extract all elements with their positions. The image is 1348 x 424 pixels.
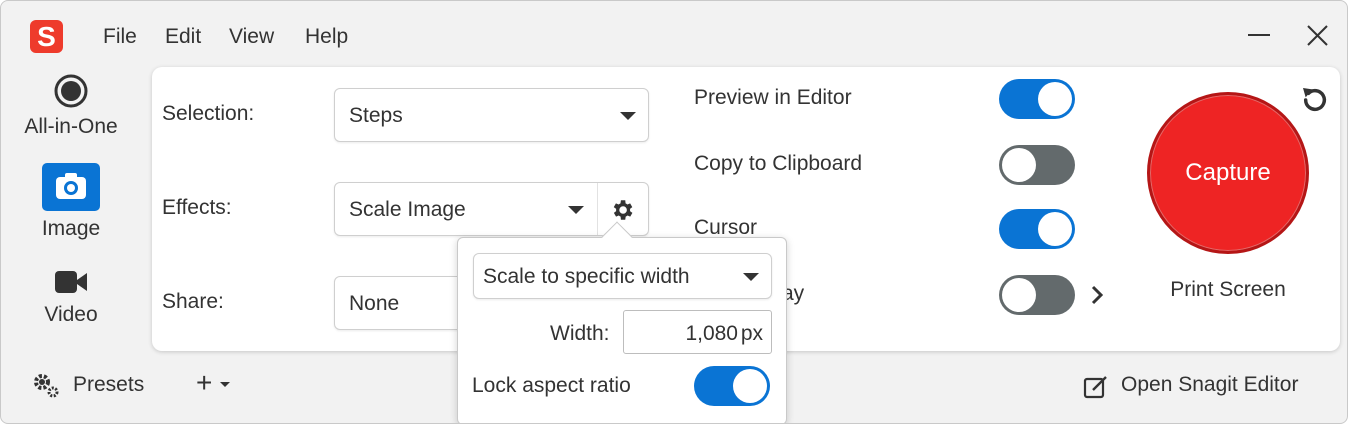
toggle-knob — [1038, 82, 1072, 116]
mode-all-in-one[interactable]: All-in-One — [15, 73, 127, 139]
presets-gear-icon[interactable] — [31, 371, 61, 399]
lock-aspect-toggle[interactable] — [694, 366, 770, 406]
capture-button[interactable]: Capture — [1147, 92, 1309, 254]
preview-in-editor-label: Preview in Editor — [694, 86, 852, 109]
chevron-down-icon — [620, 112, 636, 120]
presets-button[interactable]: Presets — [73, 373, 144, 397]
share-label: Share: — [162, 290, 224, 313]
video-camera-icon — [55, 271, 87, 293]
effects-dropdown[interactable]: Scale Image — [334, 182, 649, 236]
width-label: Width: — [550, 322, 610, 345]
chevron-down-icon — [743, 273, 759, 281]
edit-icon — [1083, 376, 1107, 399]
add-preset-button[interactable]: + — [196, 367, 212, 399]
mode-label: Image — [41, 217, 101, 240]
lock-aspect-label: Lock aspect ratio — [472, 374, 631, 397]
dropdown-divider — [597, 183, 598, 235]
toggle-knob — [1002, 148, 1036, 182]
width-unit: px — [740, 322, 763, 345]
gear-icon[interactable] — [609, 197, 635, 223]
record-icon — [54, 74, 88, 108]
chevron-down-icon — [568, 206, 584, 214]
mode-label: Video — [44, 303, 98, 326]
delay-toggle[interactable] — [999, 275, 1075, 315]
chevron-down-icon[interactable] — [220, 382, 230, 387]
mode-image[interactable]: Image — [15, 163, 127, 241]
mode-image-selected-tile — [42, 163, 100, 211]
effects-label: Effects: — [162, 196, 232, 219]
menu-file[interactable]: File — [103, 25, 137, 49]
minimize-button[interactable] — [1242, 19, 1276, 53]
toggle-knob — [1002, 278, 1036, 312]
close-button[interactable] — [1300, 19, 1334, 53]
menu-help[interactable]: Help — [305, 25, 348, 49]
close-icon — [1307, 25, 1328, 46]
mode-label: All-in-One — [24, 115, 118, 138]
toggle-knob — [733, 369, 767, 403]
snagit-capture-window: S File Edit View Help All-in-One Image V… — [0, 0, 1348, 424]
scale-mode-dropdown[interactable]: Scale to specific width — [473, 253, 772, 299]
snagit-logo-icon: S — [30, 20, 63, 53]
minimize-icon — [1248, 34, 1270, 36]
camera-icon — [56, 173, 86, 199]
copy-to-clipboard-toggle[interactable] — [999, 145, 1075, 185]
selection-value: Steps — [349, 104, 403, 127]
copy-to-clipboard-label: Copy to Clipboard — [694, 152, 863, 175]
toggle-knob — [1038, 212, 1072, 246]
menu-edit[interactable]: Edit — [165, 25, 201, 49]
scale-mode-value: Scale to specific width — [483, 265, 690, 288]
mode-video[interactable]: Video — [15, 267, 127, 327]
selection-label: Selection: — [162, 102, 255, 125]
selection-dropdown[interactable]: Steps — [334, 88, 649, 142]
reset-icon[interactable] — [1299, 84, 1331, 116]
open-editor-button[interactable]: Open Snagit Editor — [1121, 373, 1298, 397]
chevron-right-icon[interactable] — [1087, 283, 1107, 307]
preview-in-editor-toggle[interactable] — [999, 79, 1075, 119]
width-input[interactable]: 1,080 px — [623, 310, 772, 354]
width-value: 1,080 — [685, 322, 738, 345]
cursor-toggle[interactable] — [999, 209, 1075, 249]
menu-view[interactable]: View — [229, 25, 274, 49]
scale-image-popover: Scale to specific width Width: 1,080 px … — [457, 221, 787, 423]
share-value: None — [349, 292, 400, 315]
effects-value: Scale Image — [349, 198, 466, 221]
capture-hotkey: Print Screen — [1170, 278, 1286, 301]
